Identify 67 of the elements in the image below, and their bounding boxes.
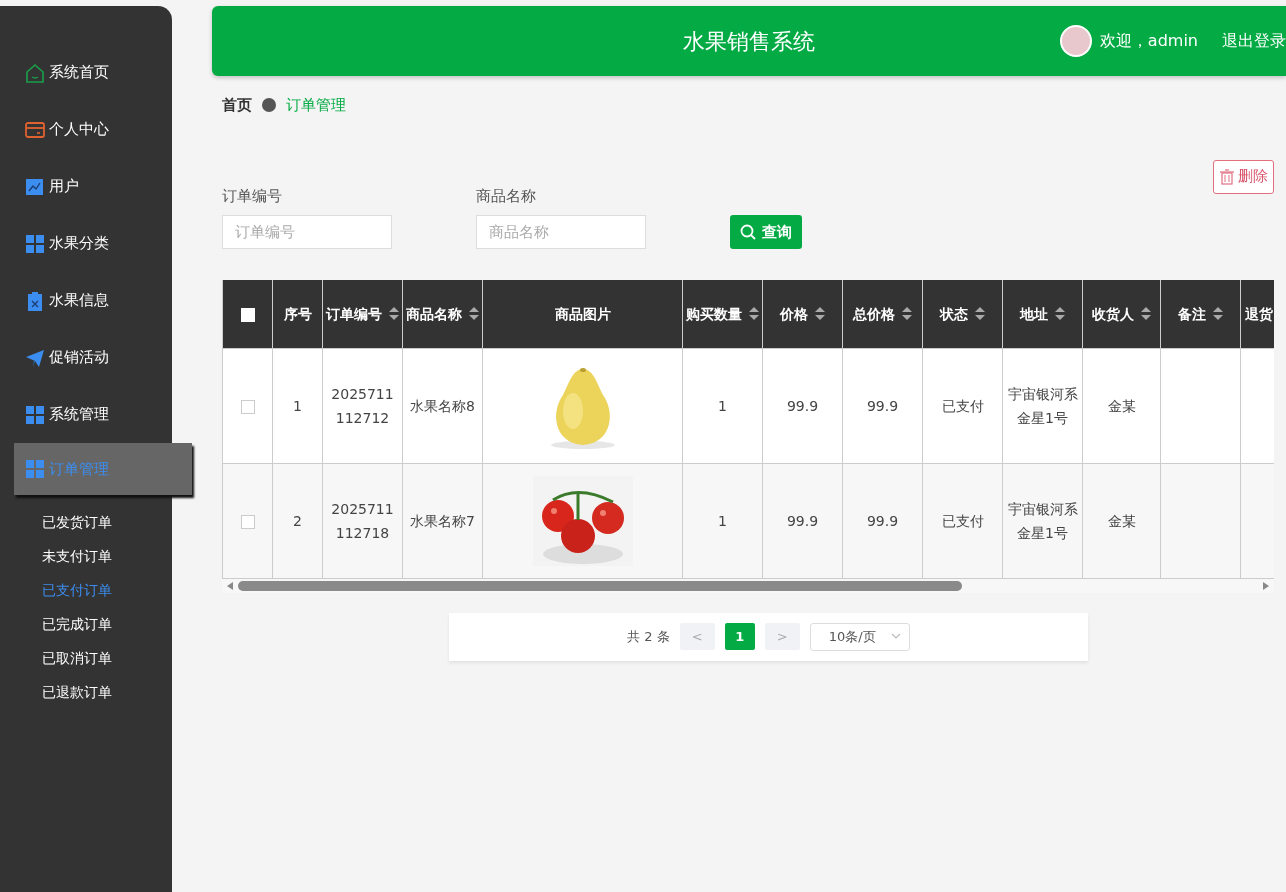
grid-icon (25, 233, 45, 254)
breadcrumb-item[interactable]: 首页 (222, 94, 252, 117)
table-cell-text: 已支付 (941, 511, 984, 531)
table-cell-text: 2025711112712 (330, 384, 395, 428)
sidebar-item[interactable]: 个人中心 (0, 101, 172, 158)
column-header[interactable]: 总价格 (852, 301, 895, 326)
submenu-item[interactable]: 未支付订单 (0, 539, 172, 573)
sidebar-item[interactable]: 系统首页 (0, 44, 172, 101)
submenu-item[interactable]: 已发货订单 (0, 505, 172, 539)
submenu-item[interactable]: 已取消订单 (0, 641, 172, 675)
column-header: 退货 (1245, 304, 1273, 324)
field-label: 订单编号 (222, 185, 283, 207)
column-header[interactable]: 地址 (1019, 301, 1048, 326)
grid-icon (25, 404, 45, 425)
scroll-right-icon (1262, 580, 1270, 591)
table-cell-text: 1 (718, 511, 727, 531)
search-icon (740, 224, 756, 240)
table-cell-text: 宇宙银河系金星1号 (1007, 499, 1078, 543)
clipboard-icon (25, 290, 45, 311)
avatar (1059, 25, 1092, 57)
welcome-text: 欢迎，admin (1099, 30, 1198, 52)
submenu-item[interactable]: 已退款订单 (0, 675, 172, 709)
total-count: 共 2 条 (627, 627, 670, 646)
table-cell-text: 2 (293, 511, 302, 531)
page-size-select[interactable]: 10条/页 (809, 622, 910, 651)
table-cell-text: 1 (293, 396, 302, 416)
table-cell-text: 水果名称7 (410, 511, 475, 531)
sidebar-item[interactable]: 促销活动 (0, 329, 172, 386)
table-cell-text: 已支付 (941, 396, 984, 416)
column-header: 序号 (283, 304, 312, 324)
paper-plane-icon (25, 347, 45, 368)
chevron-down-icon (890, 633, 901, 640)
card-icon (25, 119, 45, 140)
sidebar-item[interactable]: 系统管理 (0, 386, 172, 443)
column-header[interactable]: 价格 (779, 301, 808, 326)
submenu-item[interactable]: 已支付订单 (0, 573, 172, 607)
delete-button[interactable]: 删除 (1213, 159, 1274, 194)
column-header[interactable]: 状态 (939, 301, 968, 326)
column-header[interactable]: 备注 (1177, 301, 1206, 326)
checkbox[interactable] (240, 399, 255, 414)
checkbox[interactable] (240, 514, 255, 529)
input-field[interactable]: 商品名称 (476, 215, 646, 249)
table-cell-text: 99.9 (786, 396, 819, 416)
table-cell-text: 金某 (1107, 511, 1136, 531)
grid-icon (25, 459, 45, 479)
sidebar-item[interactable]: 水果分类 (0, 215, 172, 272)
sidebar-item[interactable]: 用户 (0, 158, 172, 215)
table-cell-text: 99.9 (786, 511, 819, 531)
column-header: 商品图片 (554, 304, 611, 324)
table-cell-text: 宇宙银河系金星1号 (1007, 384, 1078, 428)
field-label: 商品名称 (476, 185, 537, 207)
sidebar-item[interactable]: 水果信息 (0, 272, 172, 329)
submenu-item[interactable]: 已完成订单 (0, 607, 172, 641)
app-title: 水果销售系统 (683, 27, 815, 56)
table-cell-text: 水果名称8 (410, 396, 475, 416)
scroll-left-icon (226, 580, 234, 591)
breadcrumb-item: 订单管理 (286, 95, 346, 116)
table-cell-text: 99.9 (866, 511, 899, 531)
trash-icon (1219, 168, 1235, 185)
table-cell-text: 2025711112718 (330, 499, 395, 543)
input-field[interactable]: 订单编号 (222, 215, 392, 249)
chart-icon (25, 176, 45, 197)
table-cell-text: 金某 (1107, 396, 1136, 416)
table-cell-text: 99.9 (866, 396, 899, 416)
table-cell-text: 1 (718, 396, 727, 416)
house-icon (25, 62, 45, 83)
separator-dot (262, 98, 276, 113)
